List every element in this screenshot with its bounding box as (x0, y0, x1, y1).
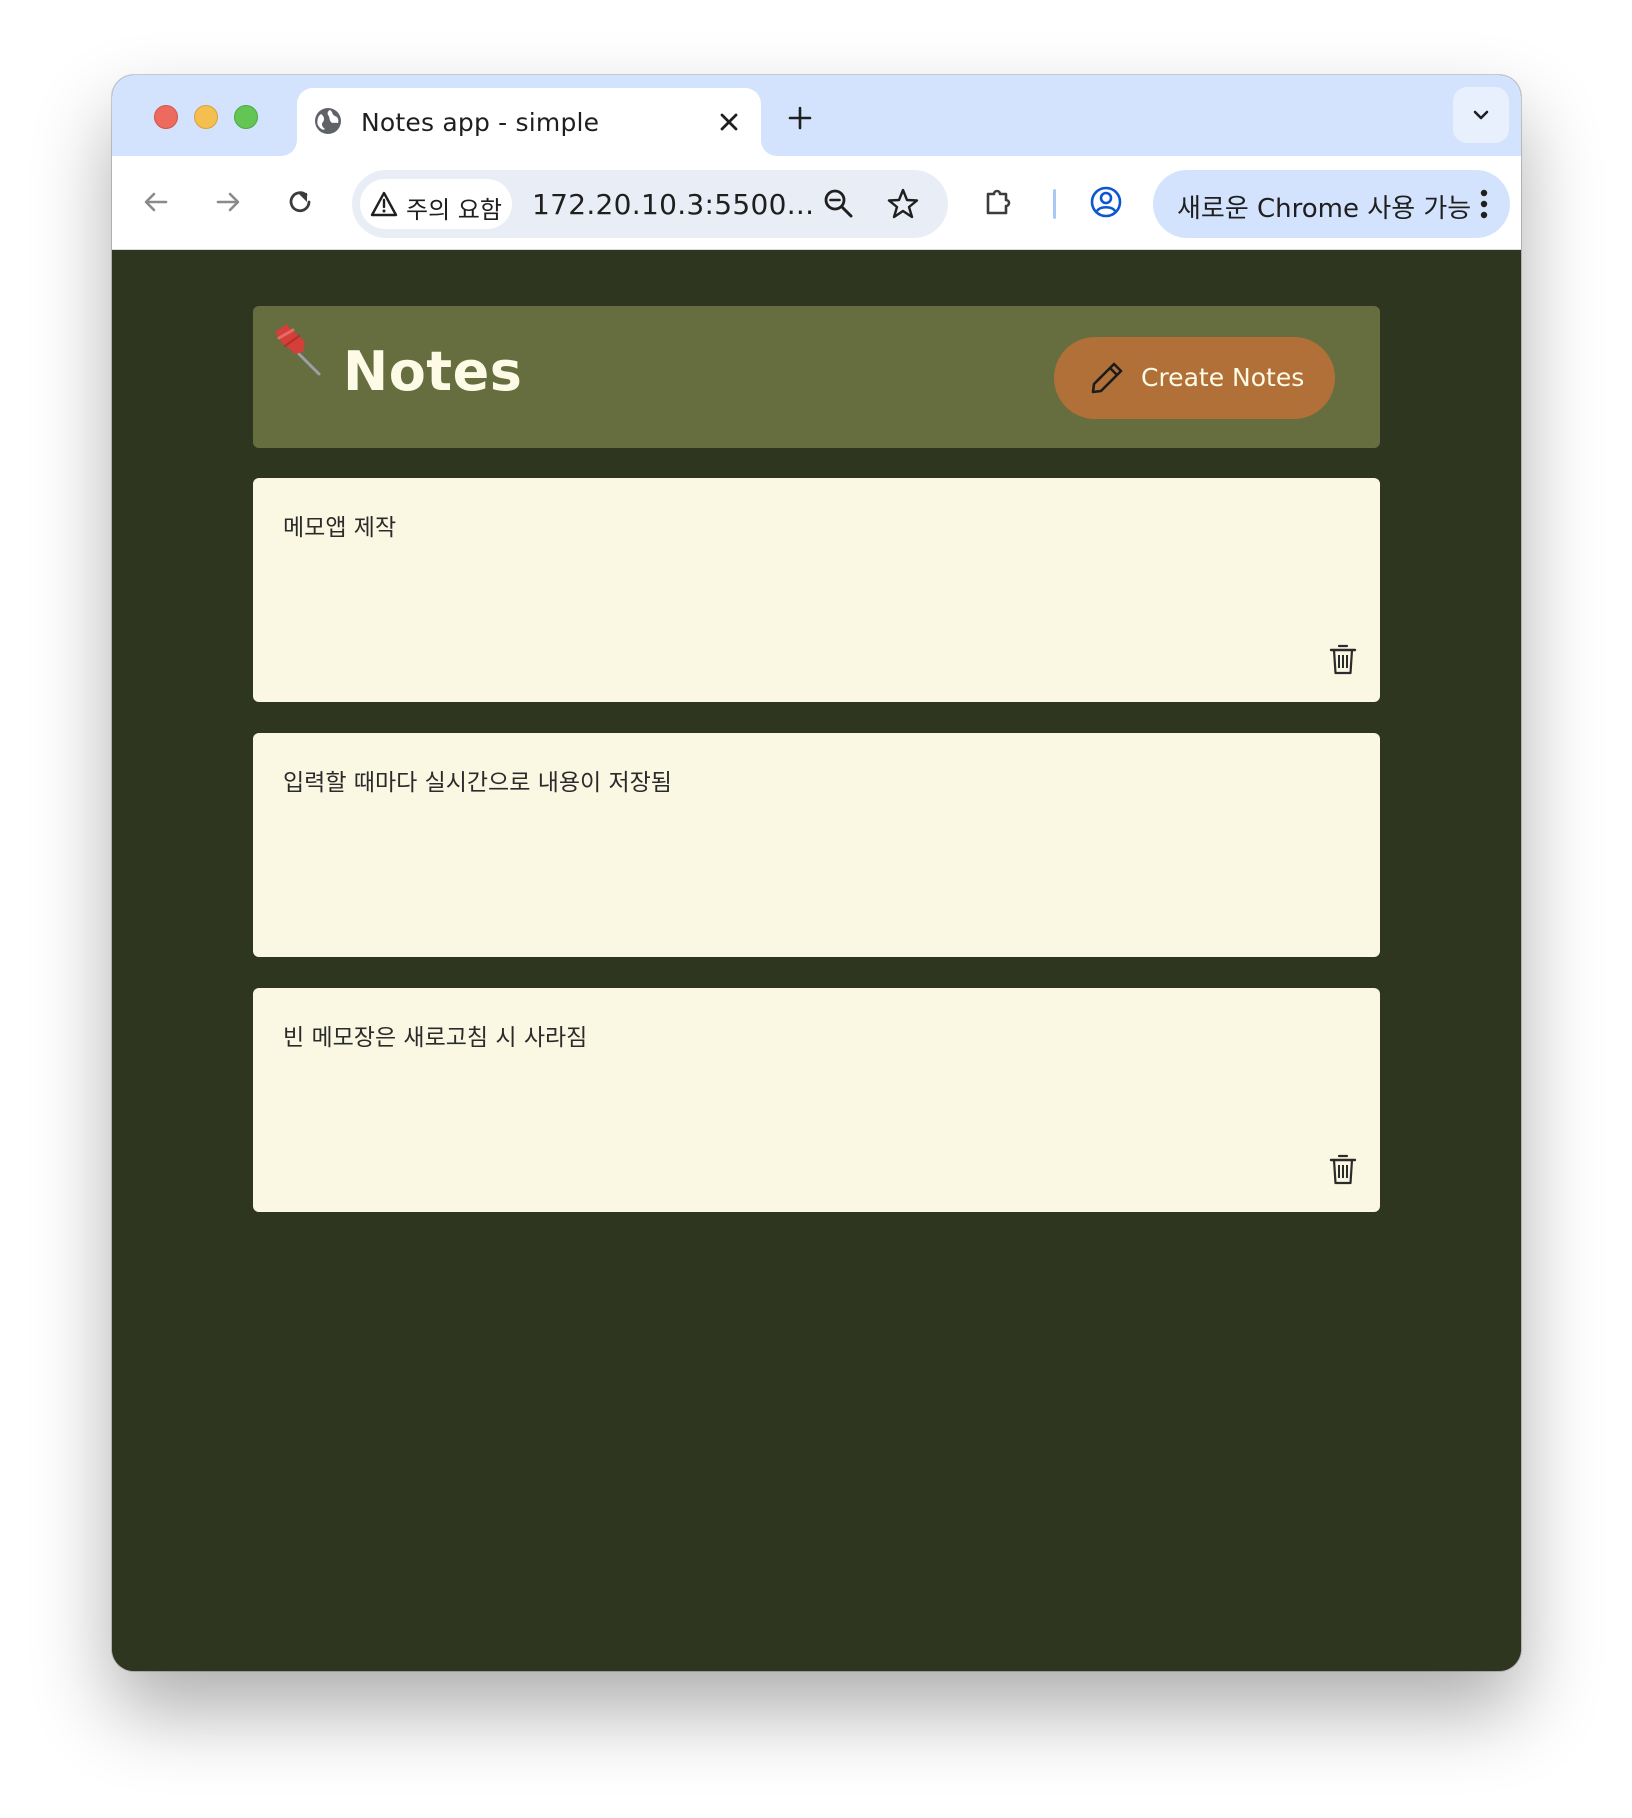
page-title: Notes (343, 340, 523, 403)
maximize-window-button[interactable] (234, 105, 258, 129)
note-text[interactable]: 빈 메모장은 새로고침 시 사라짐 (283, 1018, 587, 1052)
new-tab-icon[interactable] (786, 104, 814, 132)
chevron-down-icon (1473, 110, 1489, 120)
minimize-window-button[interactable] (194, 105, 218, 129)
profile-icon[interactable] (1089, 185, 1123, 219)
create-notes-button[interactable]: Create Notes (1054, 337, 1335, 419)
note-card[interactable]: 입력할 때마다 실시간으로 내용이 저장됨 (253, 733, 1380, 957)
pencil-icon (1091, 362, 1123, 394)
chrome-update-button[interactable]: 새로운 Chrome 사용 가능 (1153, 170, 1510, 238)
bookmark-star-icon[interactable] (886, 187, 920, 221)
url-text: 172.20.10.3:5500... (532, 188, 815, 221)
extensions-icon[interactable] (982, 185, 1016, 219)
update-label: 새로운 Chrome 사용 가능 (1177, 194, 1472, 224)
back-arrow-icon[interactable] (139, 185, 173, 219)
page-content: Notes Create Notes 메모앱 제작 입력할 때마다 실시간으로 … (112, 250, 1521, 1671)
trash-icon[interactable] (1328, 642, 1358, 676)
forward-arrow-icon[interactable] (211, 185, 245, 219)
globe-icon (315, 108, 341, 134)
close-tab-icon[interactable] (717, 110, 741, 134)
trash-icon[interactable] (1328, 1152, 1358, 1186)
tab-search-button[interactable] (1453, 87, 1509, 143)
note-card[interactable]: 빈 메모장은 새로고침 시 사라짐 (253, 988, 1380, 1212)
browser-window: Notes app - simple 주의 요함 172.20.10.3:550… (112, 75, 1521, 1671)
tab-title: Notes app - simple (361, 108, 600, 137)
more-menu-icon[interactable] (1480, 189, 1488, 219)
reload-icon[interactable] (283, 185, 317, 219)
browser-tab[interactable]: Notes app - simple (297, 88, 761, 156)
pushpin-icon (275, 324, 321, 376)
browser-toolbar: 주의 요함 172.20.10.3:5500... 새로운 Chrome 사용 … (112, 156, 1521, 250)
zoom-icon[interactable] (822, 187, 856, 221)
close-window-button[interactable] (154, 105, 178, 129)
create-notes-label: Create Notes (1141, 363, 1305, 392)
warning-icon (370, 191, 398, 217)
tab-strip: Notes app - simple (112, 75, 1521, 156)
address-bar[interactable]: 주의 요함 172.20.10.3:5500... (352, 170, 948, 238)
note-text[interactable]: 메모앱 제작 (283, 508, 396, 542)
security-chip-label: 주의 요함 (406, 196, 502, 224)
note-card[interactable]: 메모앱 제작 (253, 478, 1380, 702)
security-chip[interactable]: 주의 요함 (360, 179, 512, 229)
toolbar-divider (1053, 189, 1056, 219)
note-text[interactable]: 입력할 때마다 실시간으로 내용이 저장됨 (283, 763, 672, 797)
app-header: Notes Create Notes (253, 306, 1380, 448)
